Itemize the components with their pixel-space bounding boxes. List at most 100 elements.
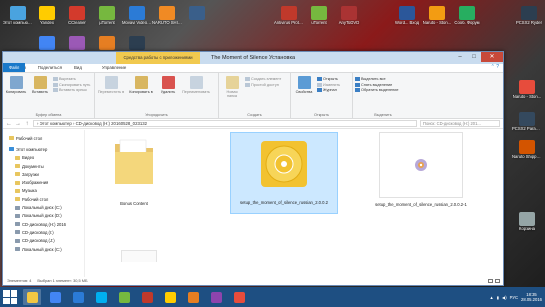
paste-shortcut-button[interactable]: Вставить ярлык (53, 88, 90, 92)
desktop-shortcut[interactable]: uTorrent (304, 6, 334, 26)
copy-button[interactable]: Копировать (5, 75, 27, 118)
desktop-shortcut[interactable]: NARUTO SHIPPUD... (152, 6, 182, 26)
shortcut-icon (53, 88, 58, 92)
easy-access-button[interactable]: Простой доступ (245, 82, 281, 87)
taskbar-app[interactable] (23, 289, 41, 305)
tab-share[interactable]: Поделиться (32, 63, 68, 72)
close-button[interactable]: ✕ (481, 52, 503, 62)
nav-item[interactable]: Локальный диск (C:) (9, 245, 84, 253)
desktop-shortcut[interactable] (62, 36, 92, 51)
clock[interactable]: 18:35 28.05.2016 (521, 292, 542, 302)
desktop-shortcut[interactable]: Naruto - Ston... (512, 80, 542, 100)
details-view-icon[interactable] (488, 279, 493, 283)
desktop-shortcut[interactable] (182, 6, 212, 21)
nav-item[interactable]: Видео (9, 154, 84, 162)
rename-button[interactable]: Переименовать (181, 75, 211, 118)
app-tb-icon (141, 291, 153, 303)
desktop-shortcut[interactable] (92, 36, 122, 51)
properties-icon (297, 76, 311, 89)
word-icon (399, 6, 415, 20)
tab-view[interactable]: Вид (68, 63, 88, 72)
desktop-shortcut[interactable]: PCSX2 Paradox... (512, 112, 542, 132)
context-tab-app-tools[interactable]: Средства работы с приложениями (116, 52, 200, 64)
taskbar-app[interactable] (115, 289, 133, 305)
copy-to-button[interactable]: Копировать в (127, 75, 155, 118)
new-item-button[interactable]: Создать элемент (245, 77, 281, 81)
desktop-shortcut[interactable] (122, 36, 152, 51)
taskbar-app[interactable] (46, 289, 64, 305)
volume-icon[interactable]: ◀) (502, 295, 507, 300)
address-bar[interactable]: › Этот компьютер › CD-дисковод (H:) 2016… (33, 120, 417, 127)
desktop-shortcut[interactable]: µTorrent (92, 6, 122, 26)
taskbar-app[interactable] (230, 289, 248, 305)
large-icons-view-icon[interactable] (495, 279, 500, 283)
desktop-shortcut[interactable]: CCleaner (62, 6, 92, 26)
back-icon[interactable]: ← (6, 121, 12, 127)
file-item-setup-selected[interactable]: setup_the_moment_of_silence_russian_2.0.… (230, 132, 338, 214)
start-button[interactable] (3, 290, 17, 304)
invert-selection-button[interactable]: Обратить выделение (355, 88, 399, 92)
desktop-shortcut[interactable]: Word... Вход (392, 6, 422, 26)
nav-item[interactable]: CD-дисковод (I:) (9, 228, 84, 236)
status-bar: Элементов: 4 Выбран 1 элемент: 30,5 МБ (3, 277, 503, 285)
nav-item[interactable]: Рабочий стол (9, 134, 84, 142)
search-input[interactable]: Поиск: CD-дисковод (H:) 201... (420, 120, 500, 127)
nav-item[interactable]: Этот компьютер (9, 145, 84, 153)
desktop-shortcut-label: Movavi Video Sui... (122, 21, 152, 25)
taskbar-app[interactable] (161, 289, 179, 305)
tray-chevron-icon[interactable]: ▲ (490, 295, 494, 300)
taskbar-app[interactable] (138, 289, 156, 305)
tab-file[interactable]: Файл (3, 63, 26, 72)
desktop-shortcut[interactable]: Корзина (512, 212, 542, 232)
language-indicator[interactable]: РУС (510, 295, 518, 300)
new-folder-button[interactable]: Новая папка (221, 75, 243, 118)
desktop-shortcut[interactable]: Naruto - Ston... (422, 6, 452, 26)
taskbar-app[interactable] (69, 289, 87, 305)
copy-path-button[interactable]: Скопировать путь (53, 82, 90, 87)
nav-item[interactable]: Изображения (9, 178, 84, 186)
select-none-button[interactable]: Снять выделение (355, 82, 399, 87)
up-icon[interactable]: ↑ (24, 121, 30, 127)
nav-item[interactable]: Документы (9, 162, 84, 170)
taskbar-app[interactable] (184, 289, 202, 305)
cut-button[interactable]: Вырезать (53, 77, 90, 81)
desktop-shortcut[interactable]: Naruto Shippuden... (512, 140, 542, 160)
tab-manage[interactable]: Управление (96, 63, 132, 72)
desktop-shortcut[interactable]: Antivirus Protect... (274, 6, 304, 26)
forward-icon[interactable]: → (15, 121, 21, 127)
move-to-button[interactable]: Переместить в (97, 75, 125, 118)
desktop-shortcut[interactable]: Yandex (32, 6, 62, 26)
desktop-shortcut[interactable]: PCSX2 Ryder (514, 6, 544, 26)
file-item-disc[interactable]: setup_the_moment_of_silence_russian_2.0.… (370, 132, 472, 214)
history-button[interactable]: Журнал (317, 88, 340, 92)
open-button[interactable]: Открыть (317, 77, 340, 81)
desktop-shortcut[interactable]: Сооб. Форум (452, 6, 482, 26)
file-item-partial[interactable] (121, 250, 157, 262)
help-icon[interactable]: ⌃ ? (491, 63, 503, 72)
file-item-folder[interactable]: Bonus Content (101, 132, 167, 214)
nav-item-label: Документы (22, 163, 44, 169)
desktop-shortcut[interactable]: Этот компьютер (3, 6, 33, 26)
nav-item[interactable]: Загрузки (9, 170, 84, 178)
maximize-button[interactable]: □ (467, 52, 481, 62)
paste-button[interactable]: Вставить (29, 75, 51, 118)
nav-item[interactable]: Локальный диск (C:) (9, 203, 84, 211)
desktop-shortcut-label: Naruto - Ston... (512, 95, 542, 99)
nav-item[interactable]: Музыка (9, 187, 84, 195)
nav-item[interactable]: CD-дисковод (H:) 2016 (9, 220, 84, 228)
taskbar-app[interactable] (207, 289, 225, 305)
taskbar-app[interactable] (92, 289, 110, 305)
properties-button[interactable]: Свойства (293, 75, 315, 118)
nav-item[interactable]: Локальный диск (D:) (9, 212, 84, 220)
desktop-shortcut[interactable]: AnyToDVD (334, 6, 364, 26)
desktop-shortcut[interactable]: Movavi Video Sui... (122, 6, 152, 26)
recycle-bin-icon (519, 212, 535, 226)
network-icon[interactable]: ▮ (497, 295, 499, 300)
nav-item[interactable]: CD-дисковод (J:) (9, 237, 84, 245)
nav-item[interactable]: Рабочий стол (9, 195, 84, 203)
minimize-button[interactable]: – (453, 52, 467, 62)
edit-button[interactable]: Изменить (317, 82, 340, 87)
delete-button[interactable]: Удалить (157, 75, 179, 118)
nav-item-label: Локальный диск (C:) (22, 246, 62, 252)
select-all-button[interactable]: Выделить все (355, 77, 399, 81)
